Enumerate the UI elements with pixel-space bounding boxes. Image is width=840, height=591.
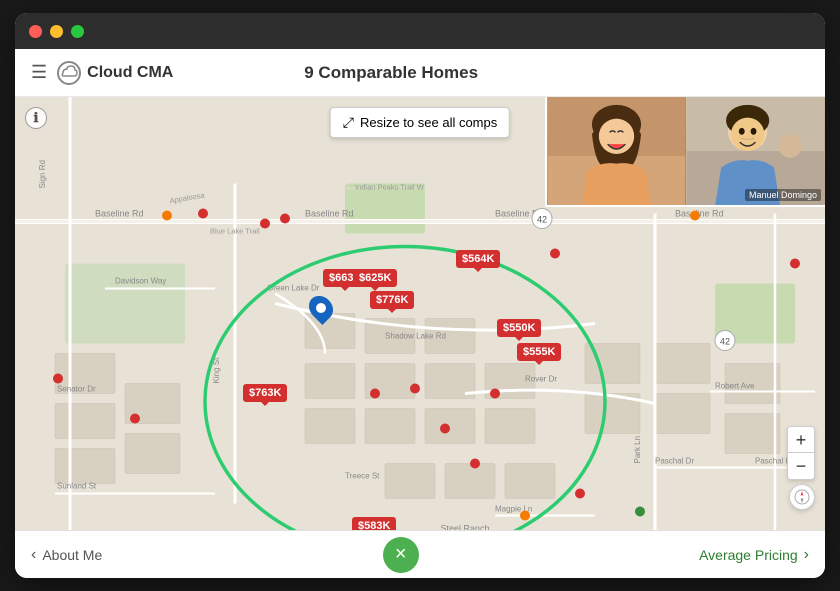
nav-bar: ☰ Cloud CMA 9 Comparable Homes [15, 49, 825, 97]
price-label-564k[interactable]: $564K [456, 250, 500, 268]
info-icon[interactable]: ℹ [25, 107, 47, 129]
svg-text:Baseline Rd: Baseline Rd [305, 209, 354, 219]
price-label-555k[interactable]: $555K [517, 343, 561, 361]
forward-nav[interactable]: Average Pricing › [699, 546, 809, 564]
minimize-button[interactable] [50, 25, 63, 38]
page-title: 9 Comparable Homes [304, 63, 478, 83]
svg-text:Davidson Way: Davidson Way [115, 277, 166, 286]
price-label-550k[interactable]: $550K [497, 319, 541, 337]
zoom-out-button[interactable]: − [788, 453, 814, 479]
nav-left: ☰ Cloud CMA [31, 61, 173, 85]
svg-text:Sunland St: Sunland St [57, 482, 97, 491]
svg-text:Robert Ave: Robert Ave [715, 382, 755, 391]
forward-label: Average Pricing [699, 547, 798, 563]
compass-button[interactable] [789, 484, 815, 510]
svg-text:42: 42 [720, 337, 730, 347]
svg-text:Park Ln: Park Ln [633, 436, 642, 464]
nav-center: 9 Comparable Homes [185, 63, 597, 83]
price-label-776k[interactable]: $776K [370, 291, 414, 309]
svg-text:Senator Dr: Senator Dr [57, 385, 96, 394]
price-label-625k[interactable]: $625K [353, 269, 397, 287]
person2-name: Manuel Domingo [745, 189, 821, 201]
back-label: About Me [42, 547, 102, 563]
logo-area: Cloud CMA [57, 61, 173, 85]
video-person2: Manuel Domingo [686, 97, 825, 205]
svg-text:Rover Dr: Rover Dr [525, 375, 557, 384]
back-nav[interactable]: ‹ About Me [31, 546, 102, 564]
svg-text:Paschal Dr: Paschal Dr [655, 457, 694, 466]
close-circle-button[interactable]: × [383, 537, 419, 573]
svg-text:Sign Rd: Sign Rd [38, 160, 47, 188]
svg-text:Indian Peaks Trail W: Indian Peaks Trail W [355, 183, 425, 192]
close-icon: × [395, 543, 407, 566]
back-chevron-icon: ‹ [31, 546, 36, 564]
resize-button[interactable]: ⤢ Resize to see all comps [330, 107, 510, 138]
map-container[interactable]: Baseline Rd Baseline Rd Baseline Rd Base… [15, 97, 825, 530]
svg-text:42: 42 [537, 215, 547, 225]
svg-text:Baseline Rd: Baseline Rd [95, 209, 144, 219]
main-content: Baseline Rd Baseline Rd Baseline Rd Base… [15, 97, 825, 530]
svg-text:Shadow Lake Rd: Shadow Lake Rd [385, 332, 446, 341]
price-label-763k[interactable]: $763K [243, 384, 287, 402]
video-overlay: Manuel Domingo [545, 97, 825, 207]
zoom-controls: + − [787, 426, 815, 480]
svg-text:Treece St: Treece St [345, 472, 380, 481]
svg-text:Steel Ranch: Steel Ranch [440, 524, 489, 531]
forward-chevron-icon: › [804, 546, 809, 564]
resize-label: Resize to see all comps [360, 115, 497, 130]
bottom-bar: ‹ About Me × Average Pricing › [15, 530, 825, 578]
price-label-583k[interactable]: $583K [352, 517, 396, 530]
logo-text: Cloud CMA [87, 64, 173, 82]
logo-icon [57, 61, 81, 85]
browser-window: ☰ Cloud CMA 9 Comparable Homes [15, 13, 825, 578]
menu-icon[interactable]: ☰ [31, 62, 47, 83]
zoom-in-button[interactable]: + [788, 427, 814, 453]
map-pin [310, 295, 332, 321]
video-person1 [547, 97, 686, 205]
maximize-button[interactable] [71, 25, 84, 38]
resize-icon: ⤢ [343, 114, 354, 131]
svg-text:Blue Lake Trail: Blue Lake Trail [210, 227, 260, 236]
title-bar [15, 13, 825, 49]
close-button[interactable] [29, 25, 42, 38]
